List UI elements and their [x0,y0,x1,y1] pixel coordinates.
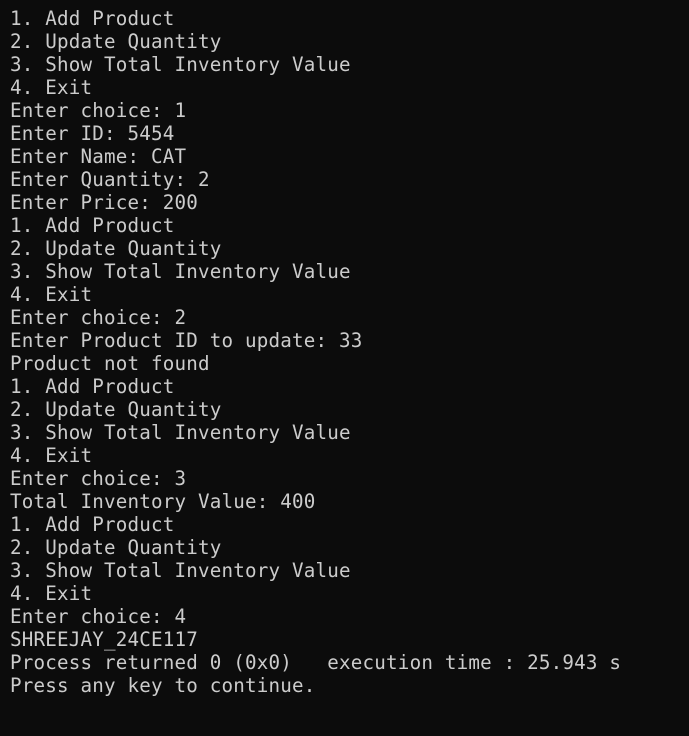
menu-option-add-product: 1. Add Product [10,214,175,237]
menu-option-exit: 4. Exit [10,283,93,306]
choice-prompt: Enter choice: 2 [10,306,187,329]
price-prompt: Enter Price: 200 [10,191,199,214]
not-found-message: Product not found [10,352,210,375]
menu-option-add-product: 1. Add Product [10,375,175,398]
id-prompt: Enter ID: 5454 [10,122,175,145]
total-value-output: Total Inventory Value: 400 [10,490,316,513]
menu-option-exit: 4. Exit [10,582,93,605]
menu-option-update-quantity: 2. Update Quantity [10,536,222,559]
menu-option-add-product: 1. Add Product [10,7,175,30]
menu-option-exit: 4. Exit [10,444,93,467]
menu-option-show-total: 3. Show Total Inventory Value [10,421,351,444]
choice-prompt: Enter choice: 4 [10,605,187,628]
update-id-prompt: Enter Product ID to update: 33 [10,329,363,352]
menu-option-update-quantity: 2. Update Quantity [10,237,222,260]
continue-prompt: Press any key to continue. [10,674,316,697]
menu-option-add-product: 1. Add Product [10,513,175,536]
process-status-line: Process returned 0 (0x0) execution time … [10,651,622,674]
console-window[interactable]: 1. Add Product 2. Update Quantity 3. Sho… [0,0,689,736]
menu-option-show-total: 3. Show Total Inventory Value [10,260,351,283]
choice-prompt: Enter choice: 3 [10,467,187,490]
name-prompt: Enter Name: CAT [10,145,187,168]
menu-option-show-total: 3. Show Total Inventory Value [10,53,351,76]
menu-option-show-total: 3. Show Total Inventory Value [10,559,351,582]
choice-prompt: Enter choice: 1 [10,99,187,122]
menu-option-exit: 4. Exit [10,76,93,99]
menu-option-update-quantity: 2. Update Quantity [10,30,222,53]
student-id-output: SHREEJAY_24CE117 [10,628,199,651]
menu-option-update-quantity: 2. Update Quantity [10,398,222,421]
quantity-prompt: Enter Quantity: 2 [10,168,210,191]
